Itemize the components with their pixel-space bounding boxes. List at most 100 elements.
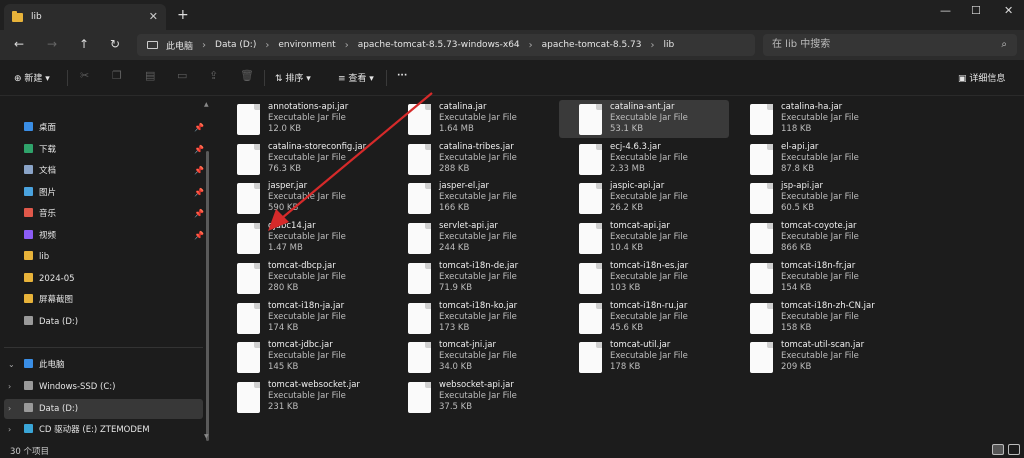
file-item[interactable]: tomcat-util-scan.jar Executable Jar File 2… (730, 338, 900, 376)
file-item[interactable]: jsp-api.jar Executable Jar File 60.5 KB (730, 179, 900, 217)
sidebar-item[interactable]: Data (D:) (24, 312, 78, 332)
rename-icon[interactable]: ▭ (177, 69, 187, 82)
share-icon[interactable]: ⇪ (209, 69, 218, 82)
minimize-button[interactable]: — (940, 4, 951, 17)
file-item[interactable]: catalina-tribes.jar Executable Jar File 28… (388, 140, 558, 178)
sidebar-item[interactable]: › Data (D:) (8, 399, 78, 419)
pin-icon: 📌 (194, 144, 204, 154)
file-size: 280 KB (268, 282, 299, 293)
sidebar-item[interactable]: 文档 📌 (24, 161, 204, 181)
sidebar-scrollbar[interactable] (206, 151, 209, 441)
search-input[interactable]: 在 lib 中搜索 ⌕ (763, 34, 1017, 56)
file-size: 1.64 MB (439, 124, 474, 134)
back-button[interactable]: ← (14, 37, 24, 51)
file-item[interactable]: annotations-api.jar Executable Jar File 12… (217, 100, 387, 138)
file-item[interactable]: tomcat-i18n-de.jar Executable Jar File 71.… (388, 259, 558, 297)
file-item[interactable]: tomcat-dbcp.jar Executable Jar File 280 KB (217, 259, 387, 297)
file-item[interactable]: ecj-4.6.3.jar Executable Jar File 2.33 MB (559, 140, 729, 178)
paste-icon[interactable]: ▤ (145, 69, 155, 82)
file-item[interactable]: jaspic-api.jar Executable Jar File 26.2 KB (559, 179, 729, 217)
scroll-down-icon[interactable]: ▼ (204, 433, 209, 440)
jar-file-icon (579, 342, 602, 374)
file-item[interactable]: tomcat-i18n-es.jar Executable Jar File 103… (559, 259, 729, 297)
view-button[interactable]: ≡ 查看 ▾ (338, 71, 374, 84)
file-item[interactable]: ojdbc14.jar Executable Jar File 1.47 MB (217, 219, 387, 257)
delete-icon[interactable]: 🗑 (240, 69, 254, 82)
file-item[interactable]: tomcat-coyote.jar Executable Jar File 866 … (730, 219, 900, 257)
breadcrumb-item[interactable]: apache-tomcat-8.5.73 (542, 40, 642, 50)
details-view-icon[interactable] (992, 444, 1004, 455)
chevron-icon[interactable]: › (8, 377, 24, 397)
file-item[interactable]: tomcat-i18n-fr.jar Executable Jar File 154… (730, 259, 900, 297)
file-item[interactable]: catalina-ant.jar Executable Jar File 53.1 … (559, 100, 729, 138)
forward-button[interactable]: → (47, 37, 57, 51)
file-item[interactable]: tomcat-websocket.jar Executable Jar File 2… (217, 378, 387, 416)
sidebar-item[interactable]: 屏幕截图 (24, 290, 73, 310)
more-button[interactable]: ··· (397, 71, 407, 81)
sidebar-item[interactable]: lib (24, 247, 49, 267)
toolbar-separator (67, 70, 68, 86)
sidebar-item[interactable]: 桌面 📌 (24, 118, 204, 138)
breadcrumb-item[interactable]: apache-tomcat-8.5.73-windows-x64 (358, 40, 520, 50)
sidebar-item[interactable]: › Windows-SSD (C:) (8, 377, 115, 397)
tiles-view-icon[interactable] (1008, 444, 1020, 455)
file-item[interactable]: catalina.jar Executable Jar File 1.64 MB (388, 100, 558, 138)
sidebar-item[interactable]: 下载 📌 (24, 140, 204, 160)
breadcrumb-item[interactable]: lib (664, 40, 675, 50)
sidebar-item[interactable]: ⌄ 此电脑 (8, 355, 65, 375)
file-item[interactable]: servlet-api.jar Executable Jar File 244 KB (388, 219, 558, 257)
file-item[interactable]: tomcat-api.jar Executable Jar File 10.4 KB (559, 219, 729, 257)
breadcrumb[interactable]: 此电脑 › Data (D:) › environment › apache-tomcat-… (137, 34, 755, 56)
file-item[interactable]: tomcat-i18n-ja.jar Executable Jar File 174… (217, 299, 387, 337)
chevron-icon[interactable]: › (8, 399, 24, 419)
sidebar-item[interactable]: 2024-05 (24, 269, 75, 289)
pin-icon: 📌 (194, 187, 204, 197)
file-item[interactable]: tomcat-jni.jar Executable Jar File 34.0 KB (388, 338, 558, 376)
new-button[interactable]: ⊕ 新建 ▾ (14, 71, 50, 84)
breadcrumb-item[interactable]: environment (278, 40, 335, 50)
tab-lib[interactable]: lib ✕ (4, 4, 166, 30)
file-item[interactable]: catalina-ha.jar Executable Jar File 118 KB (730, 100, 900, 138)
cut-icon[interactable]: ✂ (80, 69, 89, 82)
breadcrumb-chevron-icon[interactable]: › (202, 40, 206, 51)
scroll-up-icon[interactable]: ▲ (204, 101, 209, 108)
copy-icon[interactable]: ❐ (112, 69, 122, 82)
file-item[interactable]: jasper.jar Executable Jar File 590 KB (217, 179, 387, 217)
sidebar-item[interactable]: 音乐 📌 (24, 204, 204, 224)
sidebar-item[interactable]: 图片 📌 (24, 183, 204, 203)
up-button[interactable]: ↑ (79, 37, 89, 51)
file-item[interactable]: el-api.jar Executable Jar File 87.8 KB (730, 140, 900, 178)
file-name: tomcat-api.jar (610, 221, 670, 232)
close-tab-icon[interactable]: ✕ (149, 10, 158, 23)
file-item[interactable]: jasper-el.jar Executable Jar File 166 KB (388, 179, 558, 217)
sort-button[interactable]: ⇅ 排序 ▾ (275, 71, 311, 84)
file-item[interactable]: tomcat-i18n-ru.jar Executable Jar File 45.… (559, 299, 729, 337)
breadcrumb-chevron-icon[interactable]: › (265, 40, 269, 51)
refresh-button[interactable]: ↻ (110, 37, 120, 51)
folder-icon (24, 294, 33, 303)
chevron-icon[interactable]: ⌄ (8, 355, 24, 375)
file-item[interactable]: tomcat-util.jar Executable Jar File 178 KB (559, 338, 729, 376)
file-size: 590 KB (268, 203, 299, 214)
file-size: 26.2 KB (610, 203, 644, 214)
jar-file-icon (408, 223, 431, 255)
breadcrumb-chevron-icon[interactable]: › (651, 40, 655, 51)
file-item[interactable]: tomcat-jdbc.jar Executable Jar File 145 KB (217, 338, 387, 376)
breadcrumb-chevron-icon[interactable]: › (529, 40, 533, 51)
sidebar-item[interactable]: 视频 📌 (24, 226, 204, 246)
file-type: Executable Jar File (439, 232, 517, 243)
file-item[interactable]: websocket-api.jar Executable Jar File 37.5… (388, 378, 558, 416)
chevron-icon[interactable]: › (8, 420, 24, 440)
breadcrumb-item[interactable]: Data (D:) (215, 40, 256, 50)
close-window-button[interactable]: ✕ (1004, 4, 1013, 17)
file-size: 87.8 KB (781, 163, 815, 174)
sidebar-item[interactable]: › CD 驱动器 (E:) ZTEMODEM (8, 420, 150, 440)
file-item[interactable]: tomcat-i18n-zh-CN.jar Executable Jar File… (730, 299, 900, 337)
maximize-button[interactable]: ☐ (971, 4, 981, 17)
details-button[interactable]: ▣ 详细信息 (958, 71, 1005, 84)
file-item[interactable]: tomcat-i18n-ko.jar Executable Jar File 173… (388, 299, 558, 337)
file-item[interactable]: catalina-storeconfig.jar Executable Jar F… (217, 140, 387, 178)
new-tab-button[interactable]: + (177, 7, 189, 23)
breadcrumb-item[interactable]: 此电脑 (166, 39, 193, 52)
breadcrumb-chevron-icon[interactable]: › (345, 40, 349, 51)
